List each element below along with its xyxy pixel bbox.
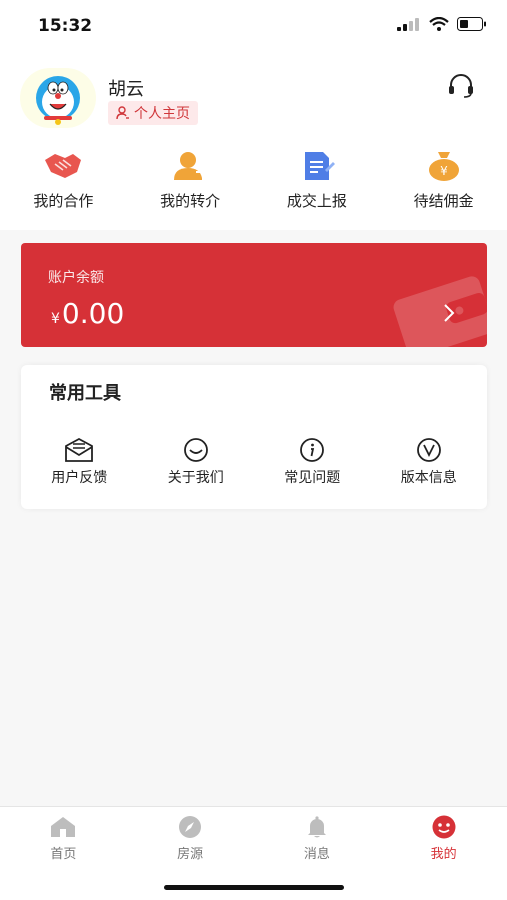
quick-label: 我的转介 [160,192,221,210]
balance-value: 0.00 [61,297,125,330]
balance-card[interactable]: 账户余额 ¥0.00 [21,243,487,347]
version-icon [416,438,441,462]
status-icons [397,17,487,31]
tab-label: 我的 [430,847,457,862]
avatar[interactable] [20,68,96,128]
balance-amount: ¥0.00 [51,297,124,330]
status-bar: 15:32 [0,0,507,50]
tool-faq[interactable]: 常见问题 [262,437,362,487]
profile-face-icon [432,815,456,839]
wifi-icon [429,17,449,31]
bell-icon [307,816,326,838]
quick-my-referral[interactable]: 我的转介 [135,140,245,230]
quick-actions: 我的合作 我的转介 成交上报 ¥ 待结佣金 [0,140,507,230]
chevron-right-icon [444,304,455,322]
doraemon-avatar-icon [36,76,80,125]
svg-text:¥: ¥ [440,164,448,178]
quick-pending-commission[interactable]: ¥ 待结佣金 [389,140,499,230]
tab-home[interactable]: 首页 [13,815,113,862]
tab-messages[interactable]: 消息 [267,815,367,862]
info-icon [300,438,325,462]
currency-symbol: ¥ [51,311,60,327]
tab-mine[interactable]: 我的 [394,815,494,862]
home-indicator [164,885,344,890]
quick-label: 成交上报 [286,192,347,210]
tools-row: 用户反馈 关于我们 常见问题 版本信息 [21,437,487,487]
tool-version-info[interactable]: 版本信息 [379,437,479,487]
tab-label: 消息 [303,847,330,862]
quick-label: 我的合作 [33,192,94,210]
status-time: 15:32 [38,16,93,36]
quick-label: 待结佣金 [413,192,474,210]
report-icon [304,152,335,180]
profile-home-label: 个人主页 [134,106,190,122]
user-name: 胡云 [108,79,144,100]
tab-label: 首页 [50,847,77,862]
quick-my-cooperation[interactable]: 我的合作 [8,140,118,230]
quick-deal-report[interactable]: 成交上报 [262,140,372,230]
balance-label: 账户余额 [48,270,104,286]
tool-label: 版本信息 [400,470,457,486]
compass-icon [179,816,202,838]
user-transfer-icon [174,152,208,180]
smile-icon [183,438,208,462]
tool-label: 用户反馈 [51,470,108,486]
tool-label: 关于我们 [167,470,224,486]
feedback-icon [65,437,94,462]
battery-icon [457,17,486,31]
profile-home-button[interactable]: 个人主页 [108,101,198,125]
tool-label: 常见问题 [284,470,341,486]
tools-title: 常用工具 [49,383,121,404]
money-bag-icon: ¥ [428,152,459,181]
wallet-icon [393,276,487,347]
handshake-icon [45,154,82,178]
home-icon [51,817,76,837]
tool-about-us[interactable]: 关于我们 [146,437,246,487]
common-tools-card: 常用工具 用户反馈 关于我们 常见问题 版本信息 [21,365,487,509]
user-icon [116,106,129,120]
profile-header: 胡云 个人主页 [0,50,507,140]
tool-feedback[interactable]: 用户反馈 [29,437,129,487]
tab-listings[interactable]: 房源 [140,815,240,862]
headset-icon[interactable] [447,72,475,100]
signal-icon [397,18,419,31]
tab-label: 房源 [177,847,204,862]
